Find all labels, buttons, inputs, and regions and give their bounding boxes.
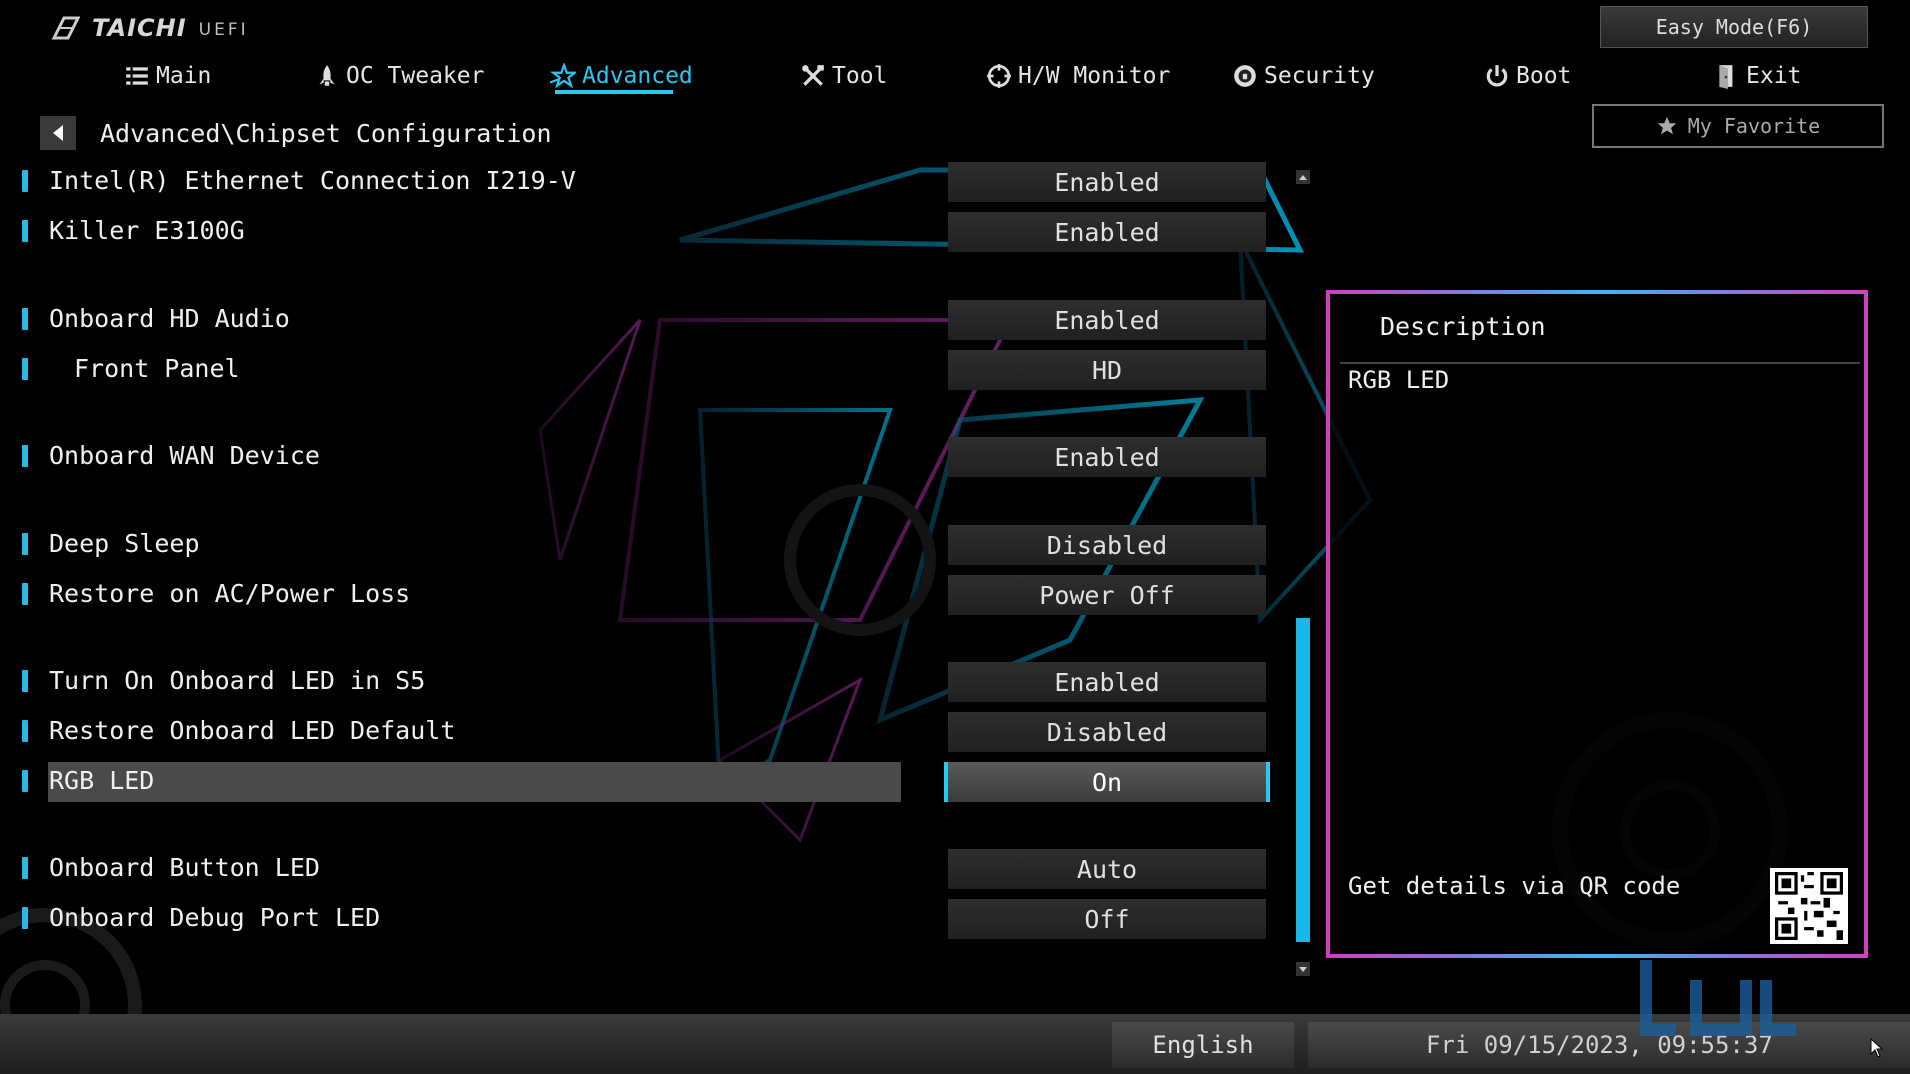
setting-row-intel-ethernet[interactable]: Intel(R) Ethernet Connection I219-V Enab…	[0, 162, 1280, 202]
setting-label: Restore on AC/Power Loss	[49, 579, 411, 608]
qr-hint-text: Get details via QR code	[1348, 872, 1681, 900]
list-icon	[126, 67, 148, 85]
setting-value[interactable]: Off	[948, 899, 1266, 939]
setting-value[interactable]: Enabled	[948, 662, 1266, 702]
setting-value[interactable]: Disabled	[948, 525, 1266, 565]
setting-label: Restore Onboard LED Default	[49, 716, 456, 745]
tab-hw-monitor[interactable]: H/W Monitor	[986, 56, 1170, 96]
setting-value[interactable]: HD	[948, 350, 1266, 390]
setting-label: Turn On Onboard LED in S5	[49, 666, 426, 695]
taichi-logo: TAICHI UEFI	[50, 14, 249, 42]
exit-door-icon	[1719, 65, 1733, 89]
row-marker	[22, 445, 28, 467]
setting-row-onboard-button-led[interactable]: Onboard Button LED Auto	[0, 849, 1280, 889]
row-marker	[22, 907, 28, 929]
setting-label: Intel(R) Ethernet Connection I219-V	[49, 166, 576, 195]
shield-icon	[1234, 65, 1256, 87]
setting-label: Onboard WAN Device	[49, 441, 320, 470]
tab-main[interactable]: Main	[124, 56, 211, 96]
back-button[interactable]	[40, 116, 76, 150]
setting-row-killer-e3100g[interactable]: Killer E3100G Enabled	[0, 212, 1280, 252]
description-title: Description	[1380, 312, 1546, 341]
tab-exit-label: Exit	[1746, 63, 1802, 89]
my-favorite-button[interactable]: My Favorite	[1592, 104, 1884, 148]
scrollbar-thumb[interactable]	[1296, 618, 1310, 942]
tab-boot[interactable]: Boot	[1484, 56, 1571, 96]
setting-value[interactable]: Enabled	[948, 212, 1266, 252]
tools-icon	[802, 65, 824, 86]
description-divider	[1340, 362, 1860, 364]
selected-row-highlight	[48, 762, 901, 802]
tab-main-label: Main	[156, 63, 212, 89]
breadcrumb-path: Advanced\Chipset Configuration	[100, 118, 552, 148]
setting-label: Killer E3100G	[49, 216, 245, 245]
row-marker	[22, 170, 28, 192]
setting-value[interactable]: Enabled	[948, 162, 1266, 202]
uefi-label: UEFI	[198, 20, 249, 40]
setting-row-turn-on-led-s5[interactable]: Turn On Onboard LED in S5 Enabled	[0, 662, 1280, 702]
back-arrow-icon	[53, 125, 63, 141]
setting-value[interactable]: On	[944, 762, 1270, 802]
rocket-icon	[319, 65, 335, 86]
setting-label: Onboard Button LED	[49, 853, 320, 882]
crosshair-icon	[987, 64, 1011, 88]
active-tab-indicator	[555, 90, 673, 94]
brand-name: TAICHI	[92, 14, 187, 42]
setting-row-rgb-led[interactable]: RGB LED On	[0, 762, 1280, 802]
easy-mode-button[interactable]: Easy Mode(F6)	[1600, 6, 1868, 48]
scroll-down-arrow[interactable]	[1296, 962, 1310, 976]
setting-label: RGB LED	[49, 766, 155, 795]
setting-label: Onboard HD Audio	[49, 304, 290, 333]
date-time-display: Fri 09/15/2023, 09:55:37	[1308, 1022, 1910, 1068]
description-text: RGB LED	[1348, 366, 1450, 394]
setting-value[interactable]: Power Off	[948, 575, 1266, 615]
setting-row-deep-sleep[interactable]: Deep Sleep Disabled	[0, 525, 1280, 565]
tab-exit[interactable]: Exit	[1714, 56, 1801, 96]
tab-oc-tweaker[interactable]: OC Tweaker	[314, 56, 484, 96]
star-icon	[550, 63, 576, 89]
main-nav: Main OC Tweaker Advanced Tool H/W Monito…	[0, 56, 1910, 96]
row-marker	[22, 533, 28, 555]
setting-value[interactable]: Enabled	[948, 437, 1266, 477]
setting-label: Onboard Debug Port LED	[49, 903, 381, 932]
scroll-up-arrow[interactable]	[1296, 170, 1310, 184]
tab-security-label: Security	[1264, 63, 1375, 89]
setting-value[interactable]: Disabled	[948, 712, 1266, 752]
row-marker	[22, 670, 28, 692]
row-marker	[22, 220, 28, 242]
qr-code-icon	[1775, 872, 1843, 940]
tab-hw-monitor-label: H/W Monitor	[1018, 63, 1171, 89]
mouse-cursor-icon	[1870, 1038, 1884, 1058]
taichi-logo-icon	[51, 16, 80, 40]
qr-code	[1770, 868, 1848, 944]
my-favorite-label: My Favorite	[1687, 114, 1821, 138]
setting-label: Front Panel	[74, 354, 240, 383]
setting-row-restore-ac-power-loss[interactable]: Restore on AC/Power Loss Power Off	[0, 575, 1280, 615]
row-marker	[22, 308, 28, 330]
setting-row-onboard-wan-device[interactable]: Onboard WAN Device Enabled	[0, 437, 1280, 477]
tab-boot-label: Boot	[1516, 63, 1572, 89]
breadcrumb: Advanced\Chipset Configuration	[40, 116, 552, 150]
setting-row-onboard-hd-audio[interactable]: Onboard HD Audio Enabled	[0, 300, 1280, 340]
tab-security[interactable]: Security	[1232, 56, 1375, 96]
row-marker	[22, 720, 28, 742]
language-selector[interactable]: English	[1112, 1022, 1294, 1068]
row-marker	[22, 358, 28, 380]
setting-value[interactable]: Auto	[948, 849, 1266, 889]
tab-oc-tweaker-label: OC Tweaker	[346, 63, 485, 89]
tab-tool-label: Tool	[832, 63, 888, 89]
row-marker	[22, 770, 28, 792]
description-panel: Description RGB LED Get details via QR c…	[1326, 290, 1868, 958]
setting-row-onboard-debug-port-led[interactable]: Onboard Debug Port LED Off	[0, 899, 1280, 939]
setting-row-restore-led-default[interactable]: Restore Onboard LED Default Disabled	[0, 712, 1280, 752]
row-marker	[22, 857, 28, 879]
star-icon	[1657, 116, 1676, 135]
row-marker	[22, 583, 28, 605]
tab-advanced-label: Advanced	[582, 63, 693, 89]
setting-label: Deep Sleep	[49, 529, 200, 558]
power-icon	[1486, 65, 1508, 87]
setting-value[interactable]: Enabled	[948, 300, 1266, 340]
setting-row-front-panel[interactable]: Front Panel HD	[0, 350, 1280, 390]
tab-tool[interactable]: Tool	[800, 56, 887, 96]
